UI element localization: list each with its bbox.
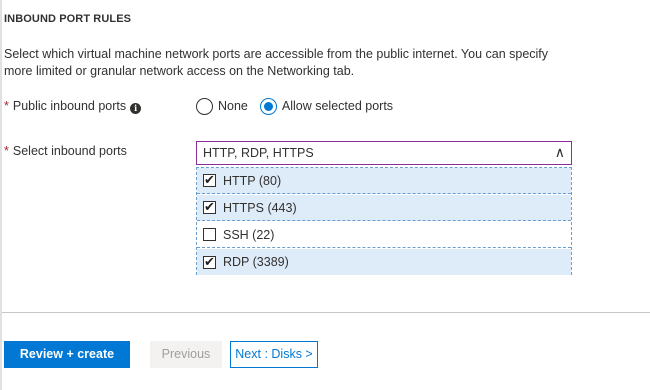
option-https[interactable]: ✔ HTTPS (443) bbox=[197, 195, 571, 221]
option-rdp-checkbox[interactable]: ✔ bbox=[203, 255, 216, 269]
next-disks-button[interactable]: Next : Disks > bbox=[230, 341, 318, 368]
select-inbound-ports-label: * Select inbound ports bbox=[4, 144, 127, 158]
review-create-button[interactable]: Review + create bbox=[4, 341, 130, 368]
required-marker: * bbox=[4, 99, 9, 113]
public-inbound-ports-label: * Public inbound ports i bbox=[4, 99, 142, 114]
chevron-up-icon[interactable]: ∧ bbox=[555, 142, 565, 164]
radio-none-circle[interactable] bbox=[196, 97, 213, 115]
left-border bbox=[0, 0, 2, 390]
dropdown-value: HTTP, RDP, HTTPS bbox=[203, 146, 314, 160]
radio-none[interactable]: None bbox=[196, 97, 248, 115]
option-ssh[interactable]: SSH (22) bbox=[197, 222, 571, 248]
option-https-label: HTTPS (443) bbox=[223, 200, 297, 215]
option-http-label: HTTP (80) bbox=[223, 173, 282, 188]
radio-allow-selected-circle[interactable] bbox=[259, 97, 277, 115]
option-ssh-label: SSH (22) bbox=[223, 227, 275, 242]
inbound-ports-options-list: ✔ HTTP (80) ✔ HTTPS (443) SSH (22) ✔ RDP… bbox=[196, 167, 572, 275]
radio-allow-selected-ports[interactable]: Allow selected ports bbox=[259, 97, 394, 115]
section-title: INBOUND PORT RULES bbox=[4, 13, 132, 25]
public-inbound-ports-label-text: Public inbound ports bbox=[12, 99, 127, 113]
public-inbound-ports-radio-group: None Allow selected ports bbox=[196, 96, 393, 116]
option-ssh-checkbox[interactable] bbox=[203, 228, 216, 241]
option-rdp[interactable]: ✔ RDP (3389) bbox=[197, 249, 571, 275]
required-marker: * bbox=[4, 144, 9, 158]
info-icon[interactable]: i bbox=[130, 103, 142, 114]
option-http[interactable]: ✔ HTTP (80) bbox=[197, 168, 571, 194]
option-rdp-label: RDP (3389) bbox=[223, 255, 289, 269]
section-description: Select which virtual machine network por… bbox=[4, 47, 549, 78]
footer-divider bbox=[2, 312, 650, 313]
select-inbound-ports-label-text: Select inbound ports bbox=[12, 144, 127, 158]
select-inbound-ports-dropdown[interactable]: HTTP, RDP, HTTPS ∧ bbox=[196, 141, 572, 165]
option-https-checkbox[interactable]: ✔ bbox=[203, 200, 216, 214]
radio-none-label: None bbox=[218, 99, 248, 113]
option-http-checkbox[interactable]: ✔ bbox=[203, 173, 216, 187]
radio-allow-selected-label: Allow selected ports bbox=[281, 99, 394, 113]
previous-button[interactable]: Previous bbox=[150, 341, 222, 368]
